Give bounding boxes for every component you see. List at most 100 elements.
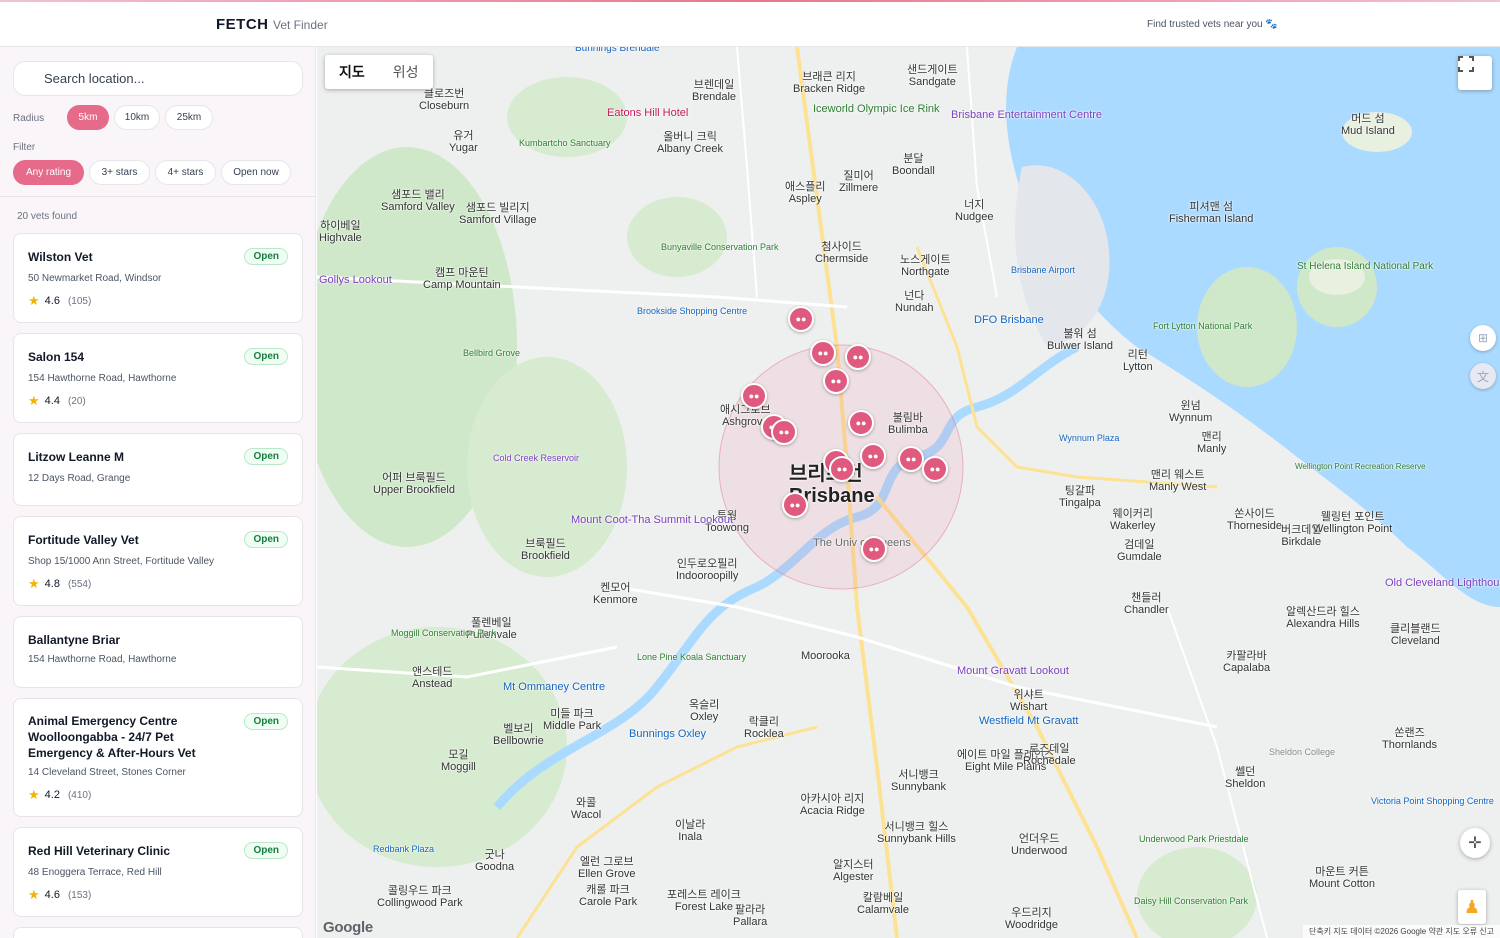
suburb-label: 켄모어 Kenmore [593,582,638,606]
vet-address: 14 Cleveland Street, Stones Corner [28,767,186,778]
filter-open-now-chip[interactable]: Open now [221,160,291,185]
radius-10km-chip[interactable]: 10km [114,105,160,130]
paw-icon: ●● [905,454,917,464]
vet-marker[interactable]: ●● [860,443,886,469]
vet-marker[interactable]: ●● [810,340,836,366]
vet-name: Fortitude Valley Vet [28,533,139,547]
vet-card[interactable] [13,927,303,938]
google-logo: Google [323,919,373,936]
poi-label[interactable]: Moggill Conservation Park [391,627,496,639]
vet-address: 154 Hawthorne Road, Hawthorne [28,654,177,665]
filter-any-rating-chip[interactable]: Any rating [13,160,84,185]
layers-button[interactable]: ⊞ [1470,325,1496,351]
vet-marker[interactable]: ●● [922,456,948,482]
poi-label[interactable]: Old Cleveland Lighthouse [1385,577,1500,589]
poi-label[interactable]: Westfield Mt Gravatt [979,715,1078,727]
search-input[interactable] [13,61,303,96]
vet-rating: ★ 4.2 (410) [28,787,91,803]
vet-marker[interactable]: ●● [848,410,874,436]
poi-label[interactable]: St Helena Island National Park [1297,261,1433,273]
suburb-label: 검데일 Gumdale [1117,539,1162,563]
suburb-label: 카팔라바 Capalaba [1223,650,1271,674]
vet-card[interactable]: Red Hill Veterinary Clinic Open 48 Enogg… [13,827,303,917]
poi-label[interactable]: Sheldon College [1269,746,1335,758]
poi-label[interactable]: Eatons Hill Hotel [607,107,688,119]
vet-marker[interactable]: ●● [788,306,814,332]
poi-label[interactable]: Mount Coot-Tha Summit Lookout [571,514,733,526]
vet-address: Shop 15/1000 Ann Street, Fortitude Valle… [28,556,215,567]
suburb-label: 불워 섬 Bulwer Island [1047,328,1114,352]
poi-label[interactable]: Wynnum Plaza [1059,432,1119,444]
poi-label[interactable]: Brisbane Airport [1011,264,1075,276]
vet-marker[interactable]: ●● [861,536,887,562]
radius-5km-chip[interactable]: 5km [67,105,109,130]
poi-label[interactable]: Gollys Lookout [319,274,392,286]
filter-4-stars-chip[interactable]: 4+ stars [155,160,216,185]
map-canvas [317,47,1500,938]
paw-icon: ●● [855,418,867,428]
poi-label[interactable]: Brookside Shopping Centre [637,305,747,317]
suburb-label: 불림바 Bulimba [888,412,928,436]
poi-label[interactable]: Brisbane Entertainment Centre [951,109,1102,121]
vet-card[interactable]: Ballantyne Briar 154 Hawthorne Road, Haw… [13,616,303,688]
poi-label[interactable]: Redbank Plaza [373,843,434,855]
suburb-label: 윈넘 Wynnum [1169,400,1213,424]
vet-name: Salon 154 [28,350,85,364]
poi-label[interactable]: Cold Creek Reservoir [493,452,579,464]
filter-3-stars-chip[interactable]: 3+ stars [89,160,150,185]
vet-card[interactable]: Litzow Leanne M Open 12 Days Road, Grang… [13,433,303,506]
poi-label[interactable]: Bunnings Oxley [629,728,706,740]
filter-label: Filter [13,142,36,153]
suburb-label: 노스게이트 Northgate [900,254,951,278]
suburb-label: 샘포드 밸리 Samford Valley [381,189,455,213]
translate-button[interactable]: 文 [1470,363,1496,389]
map-view[interactable]: 브리즈번 Brisbane 브렌데일 Brendale 브래큰 리지 Bracken… [317,47,1500,938]
poi-label[interactable]: Lone Pine Koala Sanctuary [637,651,746,663]
paw-icon: ●● [748,391,760,401]
map-type-map-button[interactable]: 지도 [325,55,379,89]
suburb-label: 팅갈파 Tingalpa [1059,485,1101,509]
poi-label[interactable]: Bellbird Grove [463,347,520,359]
fullscreen-button[interactable] [1458,56,1492,90]
poi-label[interactable]: DFO Brisbane [974,314,1044,326]
rating-value: 4.8 [44,578,60,590]
vet-card[interactable]: Animal Emergency Centre Woolloongabba - … [13,698,303,817]
open-status-badge: Open [244,448,288,465]
vet-card[interactable]: Salon 154 Open 154 Hawthorne Road, Hawth… [13,333,303,423]
poi-label[interactable]: Bunyaville Conservation Park [661,241,779,253]
vet-marker[interactable]: ●● [898,446,924,472]
suburb-label: 위샤트 Wishart [1010,689,1048,713]
poi-label[interactable]: Bunnings Brendale [575,47,660,55]
poi-label[interactable]: Mount Gravatt Lookout [957,665,1069,677]
radius-25km-chip[interactable]: 25km [165,105,213,130]
poi-label[interactable]: Wellington Point Recreation Reserve [1295,461,1426,473]
street-view-pegman[interactable]: ♟ [1458,890,1486,924]
app-subtitle: Vet Finder [273,18,328,32]
vet-card[interactable]: Wilston Vet Open 50 Newmarket Road, Wind… [13,233,303,323]
app-header: FETCH Vet Finder Find trusted vets near … [0,2,1500,47]
poi-label[interactable]: Underwood Park Priestdale [1139,833,1249,845]
my-location-button[interactable]: ✛ [1460,828,1490,858]
poi-label[interactable]: Victoria Point Shopping Centre [1371,795,1494,807]
poi-label[interactable]: Fort Lytton National Park [1153,320,1252,332]
brand-logo[interactable]: FETCH [216,16,269,33]
vet-marker[interactable]: ●● [771,419,797,445]
vet-marker[interactable]: ●● [823,368,849,394]
map-attribution[interactable]: 단축키 지도 데이터 ©2026 Google 약관 지도 오류 신고 [1302,925,1500,938]
poi-label[interactable]: Mt Ommaney Centre [503,681,605,693]
vet-marker[interactable]: ●● [741,383,767,409]
vet-marker[interactable]: ●● [829,456,855,482]
vet-marker[interactable]: ●● [782,492,808,518]
suburb-label: 쎌던 Sheldon [1225,766,1266,790]
suburb-label: 알렉산드라 힐스 Alexandra Hills [1286,606,1360,630]
vet-card[interactable]: Fortitude Valley Vet Open Shop 15/1000 A… [13,516,303,606]
vet-marker[interactable]: ●● [845,344,871,370]
poi-label[interactable]: Daisy Hill Conservation Park [1134,895,1248,907]
paw-icon: ●● [778,427,790,437]
paw-icon: ●● [789,500,801,510]
paw-icon: ●● [929,464,941,474]
poi-label[interactable]: Iceworld Olympic Ice Rink [813,103,940,115]
suburb-label: 모길 Moggill [441,749,476,773]
poi-label[interactable]: Kumbartcho Sanctuary [519,137,611,149]
map-type-satellite-button[interactable]: 위성 [379,55,433,89]
